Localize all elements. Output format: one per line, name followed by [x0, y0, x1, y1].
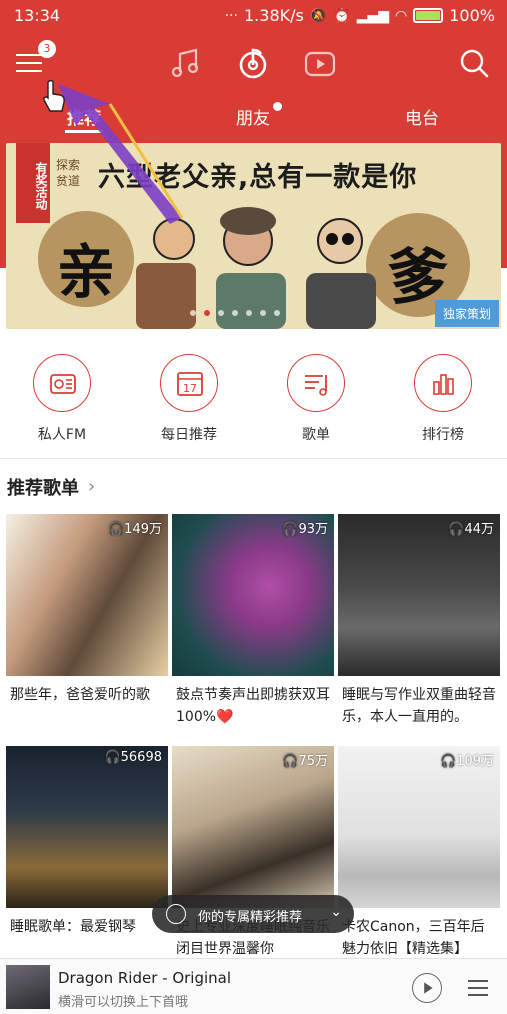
menu-badge: 3	[38, 40, 56, 58]
quick-actions: 私人FM 17 每日推荐 歌单 排行榜	[0, 350, 507, 450]
play-count-value: 75万	[298, 754, 328, 769]
mute-icon: 🔕	[309, 7, 328, 24]
quick-daily[interactable]: 17 每日推荐	[139, 350, 239, 444]
heart-icon	[166, 904, 186, 924]
playlist-title: 卡农Canon，三百年后魅力依旧【精选集】	[342, 919, 485, 957]
signal-icon: ▂▄▆	[356, 7, 390, 24]
battery-icon	[413, 8, 444, 23]
calendar-icon: 17	[160, 354, 218, 412]
status-bar: 13:34 ··· 1.38K/s 🔕 ⏰ ▂▄▆ ◠ 100%	[0, 0, 507, 32]
status-time: 13:34	[14, 6, 61, 25]
chevron-right-icon[interactable]: ›	[88, 476, 95, 497]
tab-radio[interactable]: 电台	[405, 104, 439, 129]
video-icon[interactable]	[300, 44, 340, 84]
tab-friends-dot	[273, 102, 282, 111]
recommend-toast[interactable]: 你的专属精彩推荐 ⌄	[152, 895, 354, 933]
play-count-value: 93万	[298, 522, 328, 537]
play-count: 🎧109万	[439, 754, 494, 769]
player-hint: 横滑可以切换上下首哦	[58, 995, 189, 1010]
playlist-cover: 🎧109万	[338, 746, 500, 908]
play-icon[interactable]	[412, 973, 442, 1003]
calendar-day: 17	[183, 382, 197, 395]
play-count: 🎧149万	[107, 522, 162, 537]
playlist-menu-icon[interactable]	[466, 977, 490, 999]
pagination-dot	[218, 310, 224, 316]
play-count-value: 109万	[456, 754, 494, 769]
wifi-icon: ◠	[395, 7, 408, 24]
playlist-card[interactable]: 🎧56698 睡眠歌单：最爱钢琴	[6, 746, 168, 938]
toast-text: 你的专属精彩推荐	[198, 910, 303, 925]
menu-icon	[16, 54, 42, 56]
play-count-value: 44万	[464, 522, 494, 537]
menu-icon-bar	[16, 62, 42, 64]
radio-icon	[33, 354, 91, 412]
netease-logo-icon[interactable]	[233, 44, 273, 84]
alarm-icon: ⏰	[333, 7, 351, 24]
play-count: 🎧93万	[282, 522, 328, 537]
pagination-dot	[232, 310, 238, 316]
play-count: 🎧75万	[282, 754, 328, 769]
play-count-value: 149万	[124, 522, 162, 537]
annotation-arrow-icon	[58, 84, 184, 224]
menu-icon-bar	[16, 70, 42, 72]
playlist-card[interactable]: 🎧93万 鼓点节奏声出即掳获双耳100%❤️	[172, 514, 334, 728]
quick-playlist[interactable]: 歌单	[266, 350, 366, 444]
banner-tag: 独家策划	[434, 300, 499, 327]
playlist-card[interactable]: 🎧109万 卡农Canon，三百年后魅力依旧【精选集】	[338, 746, 500, 960]
playlist-card[interactable]: 🎧149万 那些年，爸爸爱听的歌	[6, 514, 168, 706]
quick-daily-label: 每日推荐	[161, 427, 217, 443]
playlist-cover: 🎧149万	[6, 514, 168, 676]
album-cover	[6, 965, 50, 1009]
pagination-dot	[204, 310, 210, 316]
play-count-value: 56698	[120, 750, 162, 765]
hand-cursor-icon	[43, 79, 65, 112]
pagination-dot	[274, 310, 280, 316]
pagination-dot	[190, 310, 196, 316]
playlist-title: 睡眠歌单：最爱钢琴	[10, 919, 136, 935]
banner-left-char: 亲	[56, 238, 115, 306]
banner-ribbon: 有奖活动	[16, 143, 50, 223]
quick-private-fm[interactable]: 私人FM	[12, 350, 112, 444]
playlist-title: 睡眠与写作业双重曲轻音乐，本人一直用的。	[342, 687, 496, 725]
network-speed: 1.38K/s	[244, 6, 304, 25]
mini-player[interactable]: Dragon Rider - Original 横滑可以切换上下首哦	[0, 958, 507, 1014]
tab-friends[interactable]: 朋友	[236, 104, 270, 129]
battery-percent: 100%	[449, 6, 495, 25]
play-count: 🎧56698	[104, 750, 162, 765]
section-title[interactable]: 推荐歌单	[7, 474, 79, 500]
pagination-dot	[260, 310, 266, 316]
pagination-dot	[246, 310, 252, 316]
play-count: 🎧44万	[448, 522, 494, 537]
quick-playlist-label: 歌单	[302, 427, 330, 443]
more-dots-icon: ···	[224, 7, 238, 24]
playlist-card[interactable]: 🎧44万 睡眠与写作业双重曲轻音乐，本人一直用的。	[338, 514, 500, 728]
playlist-cover: 🎧56698	[6, 746, 168, 908]
search-icon[interactable]	[457, 46, 491, 80]
chart-icon	[414, 354, 472, 412]
quick-charts[interactable]: 排行榜	[393, 350, 493, 444]
quick-private-fm-label: 私人FM	[37, 427, 87, 443]
playlist-cover: 🎧93万	[172, 514, 334, 676]
playlist-title: 鼓点节奏声出即掳获双耳100%❤️	[176, 687, 330, 725]
section-divider	[0, 458, 507, 459]
playlist-icon	[287, 354, 345, 412]
playlist-cover: 🎧44万	[338, 514, 500, 676]
playlist-cover: 🎧75万	[172, 746, 334, 908]
chevron-down-icon[interactable]: ⌄	[330, 904, 342, 920]
status-icons: ··· 1.38K/s 🔕 ⏰ ▂▄▆ ◠ 100%	[225, 6, 495, 25]
playlist-title: 那些年，爸爸爱听的歌	[10, 687, 150, 703]
banner-pagination	[190, 310, 280, 316]
song-name: Dragon Rider - Original	[58, 969, 232, 987]
quick-charts-label: 排行榜	[422, 427, 464, 443]
